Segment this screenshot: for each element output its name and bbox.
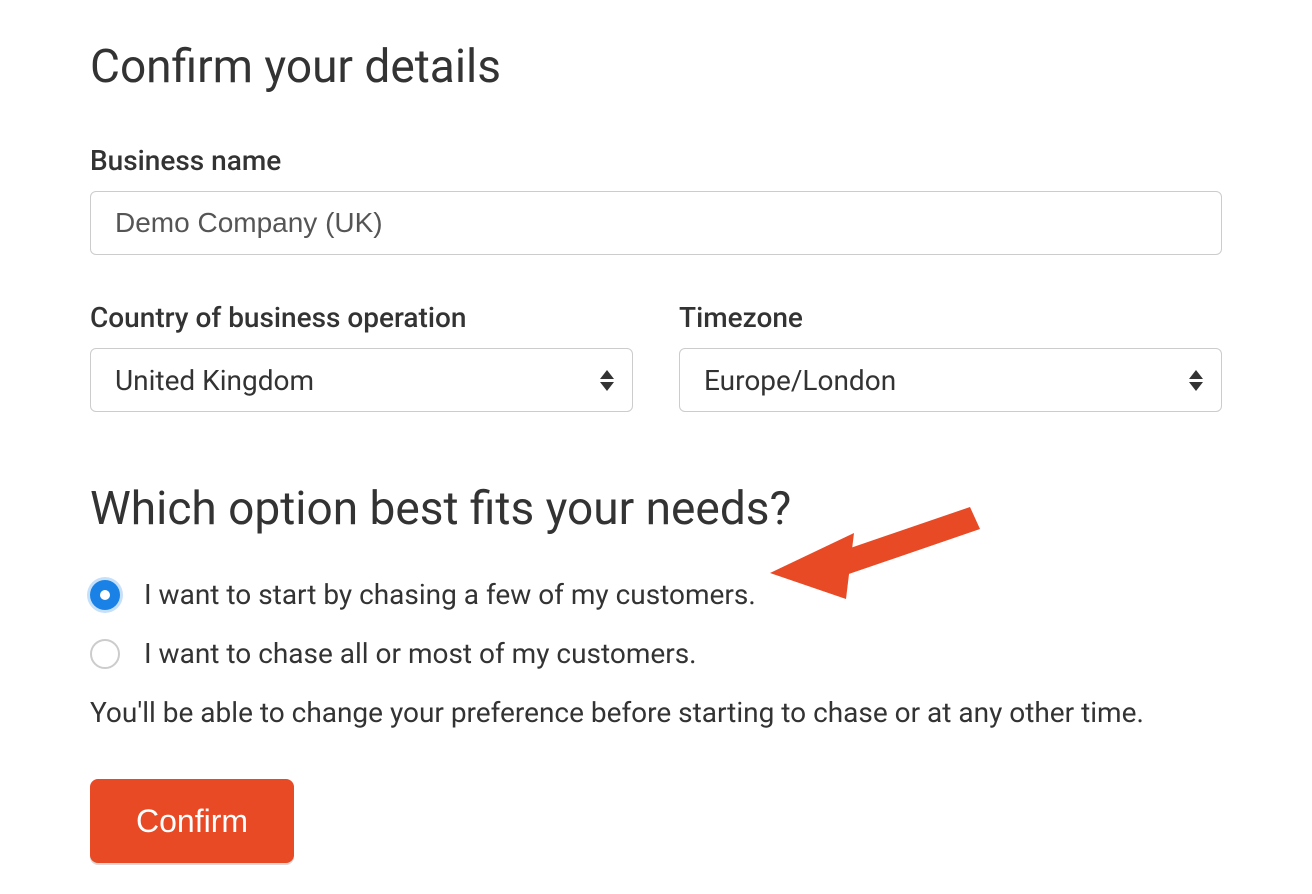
options-heading: Which option best fits your needs? (90, 482, 1222, 536)
page-title: Confirm your details (90, 40, 1222, 94)
country-select[interactable]: United Kingdom (90, 348, 633, 412)
option-chase-all-label: I want to chase all or most of my custom… (144, 637, 697, 670)
option-chase-few[interactable]: I want to start by chasing a few of my c… (90, 578, 1222, 611)
timezone-selected-value: Europe/London (704, 364, 896, 397)
option-chase-all[interactable]: I want to chase all or most of my custom… (90, 637, 1222, 670)
timezone-select[interactable]: Europe/London (679, 348, 1222, 412)
country-field: Country of business operation United Kin… (90, 301, 633, 412)
confirm-button-label: Confirm (136, 803, 248, 840)
location-row: Country of business operation United Kin… (90, 301, 1222, 412)
country-label: Country of business operation (90, 301, 633, 334)
timezone-field: Timezone Europe/London (679, 301, 1222, 412)
radio-selected-icon (90, 580, 120, 610)
updown-caret-icon (1189, 349, 1203, 411)
options-hint: You'll be able to change your preference… (90, 696, 1222, 729)
confirm-details-form: Confirm your details Business name Count… (0, 0, 1312, 894)
country-selected-value: United Kingdom (115, 364, 314, 397)
radio-unselected-icon (90, 639, 120, 669)
business-name-field: Business name (90, 144, 1222, 255)
business-name-input[interactable] (90, 191, 1222, 255)
option-chase-few-label: I want to start by chasing a few of my c… (144, 578, 756, 611)
business-name-label: Business name (90, 144, 1222, 177)
updown-caret-icon (600, 349, 614, 411)
timezone-label: Timezone (679, 301, 1222, 334)
confirm-button[interactable]: Confirm (90, 779, 294, 863)
